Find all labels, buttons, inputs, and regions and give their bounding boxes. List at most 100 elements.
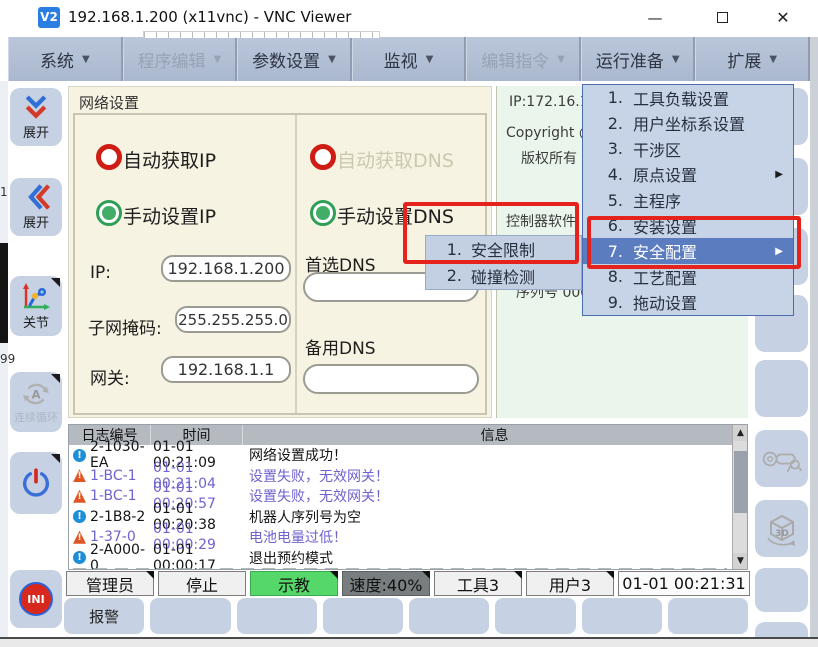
menu-item[interactable]: 2. 用户坐标系设置: [583, 111, 793, 137]
menu-tab[interactable]: 运行准备 ▼: [581, 37, 696, 81]
log-id: 2-1B8-2: [90, 509, 145, 525]
menu-tab-label: 扩展: [727, 47, 761, 72]
joint-mode-button[interactable]: 关节: [10, 276, 62, 336]
bottom-button[interactable]: [582, 598, 662, 634]
scroll-thumb[interactable]: [734, 451, 747, 513]
close-button[interactable]: ✕: [766, 4, 800, 32]
menu-item-number: 5.: [597, 191, 623, 210]
backup-dns-input[interactable]: [303, 364, 479, 394]
menu-tab[interactable]: 监视 ▼: [352, 37, 467, 81]
bottom-button[interactable]: [668, 598, 748, 634]
menu-item-number: 7.: [597, 242, 623, 261]
log-message: 设置失败，无效网关！: [243, 486, 732, 506]
chevron-down-icon: ▼: [82, 54, 90, 65]
status-box[interactable]: 工具3: [434, 571, 522, 596]
menu-tab[interactable]: 扩展 ▼: [695, 37, 810, 81]
expand-down-button[interactable]: 展开: [10, 88, 62, 146]
log-level-icon: [73, 490, 86, 503]
joint-mode-label: 关节: [23, 312, 49, 331]
maximize-button[interactable]: [705, 4, 739, 32]
menu-tab-label: 程序编辑: [138, 47, 206, 72]
panel-title: 网络设置: [79, 92, 139, 113]
menu-item[interactable]: 7. 安全配置 ▶: [583, 238, 793, 264]
bottom-button[interactable]: [323, 598, 403, 634]
radio-manual-ip[interactable]: [96, 200, 122, 226]
safety-config-submenu: 1. 安全限制 2. 碰撞检测: [425, 235, 582, 290]
log-row-clipped: [73, 568, 727, 570]
power-icon: [19, 466, 53, 500]
radio-auto-dns-label: 自动获取DNS: [337, 146, 454, 173]
gateway-input[interactable]: [161, 356, 291, 383]
ip-input[interactable]: [161, 255, 291, 282]
radio-manual-dns[interactable]: [310, 200, 336, 226]
submenu-item[interactable]: 2. 碰撞检测: [426, 263, 581, 290]
menu-item-label: 安全配置: [633, 239, 775, 263]
status-box-label: 管理员: [86, 572, 134, 596]
subnet-mask-label: 子网掩码:: [88, 314, 162, 339]
radio-auto-dns[interactable]: [310, 144, 336, 170]
vnc-toolbar-strip: [143, 31, 380, 38]
minimize-button[interactable]: —: [638, 4, 672, 32]
ini-button[interactable]: INI: [10, 570, 62, 628]
continuous-cycle-button[interactable]: A 连续循环: [10, 372, 62, 432]
expand-left-button[interactable]: 展开: [10, 178, 62, 236]
gateway-label: 网关:: [90, 364, 130, 389]
menu-tab[interactable]: 程序编辑 ▼: [123, 37, 238, 81]
radio-auto-ip[interactable]: [96, 144, 122, 170]
log-message: 退出预约模式: [243, 548, 732, 568]
status-box[interactable]: 管理员: [66, 571, 154, 596]
menu-tab[interactable]: 系统 ▼: [8, 37, 123, 81]
bottom-button[interactable]: [409, 598, 489, 634]
menu-item[interactable]: 9. 拖动设置: [583, 290, 793, 316]
radio-auto-ip-label: 自动获取IP: [123, 146, 216, 173]
ip-label: IP:: [90, 263, 111, 283]
scroll-down-icon[interactable]: ▼: [733, 553, 748, 569]
chevron-down-icon: ▼: [426, 54, 434, 65]
menu-tab[interactable]: 参数设置 ▼: [237, 37, 352, 81]
log-table: 日志编号 时间 信息 2-1030-EA 01-01 00:21:09 网络设置…: [68, 424, 748, 570]
menu-item[interactable]: 5. 主程序: [583, 187, 793, 213]
submenu-item[interactable]: 1. 安全限制: [426, 236, 581, 263]
power-button[interactable]: [10, 452, 62, 514]
status-bar: 管理员 停止 示教 速度:40% 工具3 用户3 01-01 00:21:3: [66, 571, 750, 596]
menu-item-number: 8.: [597, 267, 623, 286]
log-scrollbar[interactable]: ▲ ▼: [732, 425, 747, 569]
log-header-info: 信息: [243, 425, 747, 445]
subnet-mask-input[interactable]: [175, 306, 291, 333]
status-box[interactable]: 示教: [250, 571, 338, 596]
menu-item[interactable]: 8. 工艺配置: [583, 264, 793, 290]
continuous-cycle-label: 连续循环: [14, 409, 58, 425]
bottom-button[interactable]: [495, 598, 575, 634]
log-level-icon: [73, 551, 86, 564]
scroll-up-icon[interactable]: ▲: [733, 425, 748, 441]
rights-text: 版权所有: [521, 148, 577, 168]
right-sidebar-button-8[interactable]: [755, 568, 808, 612]
radio-manual-ip-label: 手动设置IP: [123, 202, 216, 229]
menu-item-number: 3.: [597, 139, 623, 158]
3d-cube-icon: 3D: [762, 512, 802, 546]
gamepad-button[interactable]: [755, 430, 808, 487]
right-sidebar-button-5[interactable]: [755, 360, 808, 417]
log-row[interactable]: 2-A000-0 01-01 00:00:17 退出预约模式: [69, 548, 732, 569]
menu-item[interactable]: 3. 干涉区: [583, 136, 793, 162]
status-box[interactable]: 01-01 00:21:31: [618, 571, 750, 596]
status-box-label: 01-01 00:21:31: [622, 574, 745, 593]
menu-tab[interactable]: 编辑指令 ▼: [466, 37, 581, 81]
window-frame-right: [810, 37, 818, 647]
status-box[interactable]: 用户3: [526, 571, 614, 596]
backup-dns-label: 备用DNS: [305, 334, 376, 359]
menu-item[interactable]: 6. 安装设置: [583, 213, 793, 239]
menu-item-label: 安装设置: [633, 214, 783, 238]
status-box[interactable]: 速度:40%: [342, 571, 430, 596]
bottom-button[interactable]: [150, 598, 230, 634]
status-box[interactable]: 停止: [158, 571, 246, 596]
title-bar: V2 192.168.1.200 (x11vnc) - VNC Viewer —…: [0, 0, 818, 35]
ini-badge-icon: INI: [19, 582, 53, 616]
submenu-item-number: 2.: [440, 266, 462, 285]
menu-item[interactable]: 4. 原点设置 ▶: [583, 162, 793, 188]
menu-bar: 系统 ▼ 程序编辑 ▼ 参数设置 ▼ 监视 ▼ 编辑指令 ▼: [8, 37, 810, 81]
bottom-button[interactable]: 报警: [64, 598, 144, 634]
view-3d-button[interactable]: 3D: [755, 500, 808, 557]
bottom-button[interactable]: [237, 598, 317, 634]
menu-item[interactable]: 1. 工具负载设置: [583, 85, 793, 111]
